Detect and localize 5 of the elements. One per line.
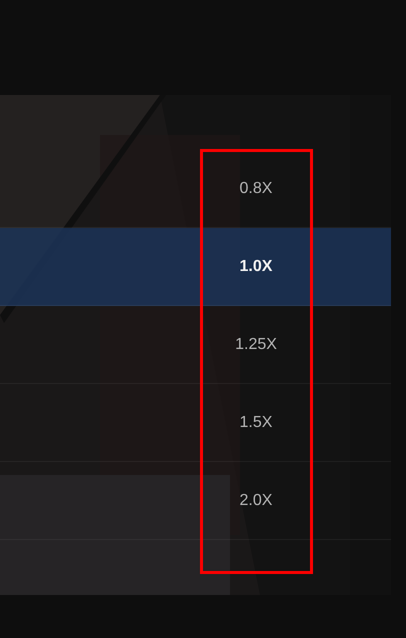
speed-option[interactable]: 2.0X <box>240 488 272 512</box>
speed-option[interactable]: 0.8X <box>240 176 272 200</box>
speed-option[interactable]: 1.0X <box>240 254 272 278</box>
speed-option[interactable]: 1.25X <box>235 332 277 356</box>
speed-option[interactable]: 1.5X <box>240 410 272 434</box>
